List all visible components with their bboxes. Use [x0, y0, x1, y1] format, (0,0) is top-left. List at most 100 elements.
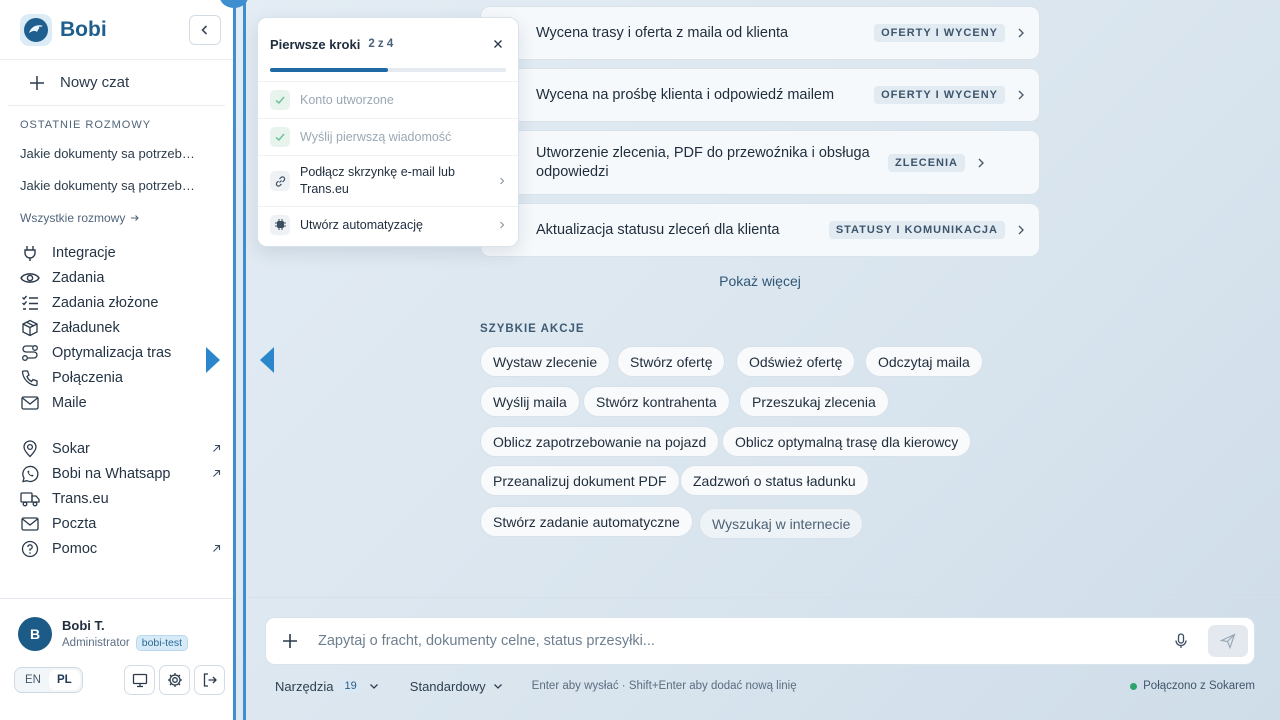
chevron-right-icon [500, 221, 505, 228]
sidebar-item-polaczenia[interactable]: Połączenia [0, 365, 233, 390]
quick-action-chip[interactable]: Wyślij maila [480, 386, 580, 417]
sidebar-item-zadania-zlozone[interactable]: Zadania złożone [0, 290, 233, 315]
plus-icon [30, 75, 44, 90]
quick-action-chip[interactable]: Wystaw zlecenie [480, 346, 611, 377]
voice-input-button[interactable] [1166, 626, 1196, 656]
task-card[interactable]: Utworzenie zlecenia, PDF do przewoźnika … [480, 130, 1040, 195]
external-link-icon [213, 444, 221, 452]
chevron-right-icon [1018, 28, 1024, 38]
quick-action-chip[interactable]: Wyszukaj w internecie [699, 508, 864, 539]
quick-action-chip[interactable]: Przeanalizuj dokument PDF [480, 465, 680, 496]
sidebar-item-integracje[interactable]: Integracje [0, 240, 233, 265]
close-onboarding-button[interactable] [490, 36, 506, 52]
onboarding-step-label: Konto utworzone [300, 93, 394, 107]
mode-dropdown[interactable]: Standardowy [410, 679, 504, 694]
sidebar-item-zadania[interactable]: Zadania [0, 265, 233, 290]
quick-action-chip[interactable]: Odśwież ofertę [736, 346, 856, 377]
logout-icon [203, 673, 217, 687]
all-chats-link[interactable]: Wszystkie rozmowy [0, 203, 233, 237]
plus-icon [283, 634, 297, 648]
onboarding-step-label: Wyślij pierwszą wiadomość [300, 130, 452, 144]
lang-en-button[interactable]: EN [17, 670, 49, 690]
eye-icon [20, 268, 40, 288]
show-more-button[interactable]: Pokaż więcej [480, 273, 1040, 289]
task-category-badge: OFERTY I WYCENY [874, 24, 1005, 42]
avatar: B [18, 617, 52, 651]
onboarding-step-label: Podłącz skrzynkę e-mail lub Trans.eu [300, 165, 455, 196]
status-dot-icon [1130, 682, 1138, 690]
lang-pl-button[interactable]: PL [48, 670, 80, 690]
collapse-left-icon[interactable] [260, 347, 274, 373]
user-role: Administrator [62, 636, 130, 649]
sidebar-item-maile[interactable]: Maile [0, 390, 233, 415]
chevron-right-icon [978, 158, 984, 167]
cpu-icon [270, 214, 290, 235]
chat-composer [265, 617, 1255, 665]
onboarding-step-automation[interactable]: Utwórz automatyzację [258, 206, 518, 242]
recent-chats-heading: OSTATNIE ROZMOWY [20, 119, 152, 131]
sidebar-item-sokar[interactable]: Sokar [0, 436, 233, 461]
sidebar-item-trans-eu[interactable]: Trans.eu [0, 486, 233, 511]
sidebar-item-label: Połączenia [52, 369, 123, 386]
onboarding-step-label: Utwórz automatyzację [300, 217, 423, 232]
gear-icon [167, 673, 182, 687]
recent-chat-item[interactable]: Jakie dokumenty sa potrzebne do odprawy [0, 139, 222, 171]
sidebar-item-poczta[interactable]: Poczta [0, 511, 233, 536]
tools-label: Narzędzia [275, 678, 334, 694]
mail-icon [20, 514, 40, 534]
sidebar-item-label: Zadania złożone [52, 294, 159, 311]
external-link-icon [213, 469, 221, 477]
sidebar-footer: B Bobi T. Administrator bobi-test EN PL [0, 598, 233, 720]
tools-dropdown[interactable]: Narzędzia 19 [275, 679, 380, 694]
help-icon [20, 539, 40, 559]
chevron-right-icon [1018, 90, 1024, 100]
resize-handle[interactable] [233, 0, 236, 720]
display-button[interactable] [124, 665, 155, 695]
send-button[interactable] [1208, 625, 1248, 657]
quick-action-chip[interactable]: Oblicz zapotrzebowanie na pojazd [480, 426, 720, 457]
quick-action-chip[interactable]: Zadzwoń o status ładunku [680, 465, 869, 496]
sidebar-item-optymalizacja-tras[interactable]: Optymalizacja tras [0, 340, 233, 365]
quick-action-chip[interactable]: Stwórz kontrahenta [583, 386, 730, 417]
collapse-sidebar-button[interactable] [189, 14, 221, 45]
bobi-logo-icon[interactable] [20, 13, 52, 46]
user-profile[interactable]: B Bobi T. Administrator bobi-test [0, 599, 233, 651]
expand-right-icon[interactable] [206, 347, 220, 373]
composer-toolbar: Narzędzia 19 Standardowy Enter aby wysła… [275, 677, 1255, 695]
sidebar-item-label: Integracje [52, 244, 116, 261]
resize-handle[interactable] [243, 0, 246, 720]
new-chat-button[interactable]: Nowy czat [8, 60, 225, 106]
sidebar-item-label: Trans.eu [52, 490, 109, 507]
logout-button[interactable] [194, 665, 225, 695]
close-icon [494, 40, 502, 48]
onboarding-step-connect[interactable]: Podłącz skrzynkę e-mail lub Trans.eu [258, 155, 518, 206]
task-card[interactable]: Wycena na prośbę klienta i odpowiedź mai… [480, 68, 1040, 122]
checklist-icon [20, 293, 40, 313]
sidebar-item-label: Bobi na Whatsapp [52, 465, 171, 482]
onboarding-progress-fill [270, 68, 388, 72]
quick-action-chip[interactable]: Przeszukaj zlecenia [739, 386, 889, 417]
quick-action-chip[interactable]: Stwórz zadanie automatyczne [480, 506, 693, 537]
recent-chat-item[interactable]: Jakie dokumenty są potrzebne do odprawy [0, 171, 222, 203]
sidebar-item-whatsapp[interactable]: Bobi na Whatsapp [0, 461, 233, 486]
sidebar-header: Bobi [0, 0, 233, 60]
sidebar-item-pomoc[interactable]: Pomoc [0, 536, 233, 561]
truck-icon [20, 489, 40, 509]
chat-input[interactable] [318, 633, 1166, 649]
send-icon [1220, 633, 1236, 649]
task-card[interactable]: Aktualizacja statusu zleceń dla klienta … [480, 203, 1040, 257]
task-card[interactable]: Wycena trasy i oferta z maila od klienta… [480, 6, 1040, 60]
task-title: Wycena trasy i oferta z maila od klienta [536, 24, 789, 41]
sidebar-item-label: Pomoc [52, 540, 98, 557]
chevron-right-icon [1018, 225, 1024, 235]
settings-button[interactable] [159, 665, 190, 695]
attach-button[interactable] [266, 617, 314, 665]
sidebar-item-label: Sokar [52, 440, 90, 457]
quick-actions-heading: SZYBKIE AKCJE [480, 323, 585, 335]
link-icon [270, 171, 290, 191]
quick-action-chip[interactable]: Odczytaj maila [865, 346, 983, 377]
sidebar-item-zaladunek[interactable]: Załadunek [0, 315, 233, 340]
new-chat-label: Nowy czat [60, 74, 130, 91]
quick-action-chip[interactable]: Stwórz ofertę [617, 346, 726, 377]
quick-action-chip[interactable]: Oblicz optymalną trasę dla kierowcy [722, 426, 972, 457]
